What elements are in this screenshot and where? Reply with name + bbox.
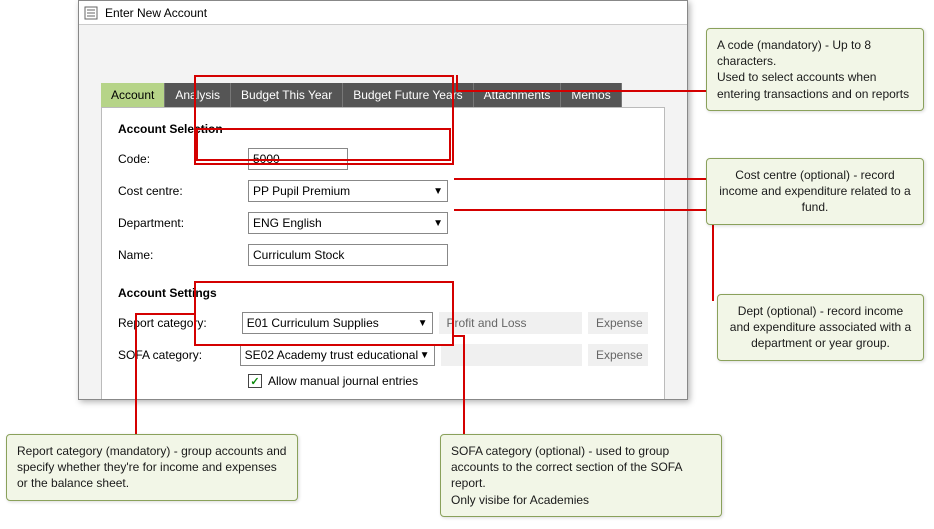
chevron-down-icon: ▼ [420,350,430,361]
code-input[interactable] [248,148,348,170]
sofa-category-select[interactable]: SE02 Academy trust educational op ▼ [240,344,435,366]
callout-sofa-category: SOFA category (optional) - used to group… [440,434,722,517]
tab-budget-this-year[interactable]: Budget This Year [231,83,343,107]
form-icon [83,5,99,21]
allow-manual-label: Allow manual journal entries [268,374,418,388]
cost-centre-select[interactable]: PP Pupil Premium ▼ [248,180,448,202]
report-category-type: Profit and Loss [439,312,583,334]
callout-report-category: Report category (mandatory) - group acco… [6,434,298,501]
tabstrip: Account Analysis Budget This Year Budget… [101,83,665,107]
department-value: ENG English [253,216,322,230]
sofa-category-label: SOFA category: [118,348,240,362]
chevron-down-icon: ▼ [433,186,443,197]
tab-account[interactable]: Account [101,83,165,107]
report-category-label: Report category: [118,316,242,330]
row-name: Name: [118,242,648,268]
sofa-category-type-blank [441,344,582,366]
report-category-select[interactable]: E01 Curriculum Supplies ▼ [242,312,433,334]
row-sofa-category: SOFA category: SE02 Academy trust educat… [118,342,648,368]
callout-code: A code (mandatory) - Up to 8 characters.… [706,28,924,111]
tab-memos[interactable]: Memos [561,83,621,107]
row-code: Code: [118,146,648,172]
tab-budget-future-years[interactable]: Budget Future Years [343,83,473,107]
report-category-side: Expense [588,312,648,334]
code-label: Code: [118,152,248,166]
dialog-body: Account Analysis Budget This Year Budget… [79,25,687,400]
report-category-value: E01 Curriculum Supplies [247,316,379,330]
tab-analysis[interactable]: Analysis [165,83,231,107]
callout-cost-centre: Cost centre (optional) - record income a… [706,158,924,225]
tab-attachments[interactable]: Attachments [474,83,562,107]
department-label: Department: [118,216,248,230]
cost-centre-value: PP Pupil Premium [253,184,350,198]
sofa-category-value: SE02 Academy trust educational op [245,348,420,362]
window-title: Enter New Account [105,6,207,20]
name-label: Name: [118,248,248,262]
name-input[interactable] [248,244,448,266]
chevron-down-icon: ▼ [433,218,443,229]
enter-new-account-window: Enter New Account Account Analysis Budge… [78,0,688,400]
allow-manual-checkbox[interactable]: ✓ [248,374,262,388]
department-select[interactable]: ENG English ▼ [248,212,448,234]
titlebar: Enter New Account [79,1,687,25]
account-settings-heading: Account Settings [118,286,648,300]
account-selection-heading: Account Selection [118,122,648,136]
callout-department: Dept (optional) - record income and expe… [717,294,924,361]
row-allow-manual: ✓ Allow manual journal entries [248,374,648,388]
row-department: Department: ENG English ▼ [118,210,648,236]
form-area: Account Selection Code: Cost centre: PP … [101,107,665,400]
sofa-category-side: Expense [588,344,648,366]
row-report-category: Report category: E01 Curriculum Supplies… [118,310,648,336]
row-cost-centre: Cost centre: PP Pupil Premium ▼ [118,178,648,204]
chevron-down-icon: ▼ [418,318,428,329]
cost-centre-label: Cost centre: [118,184,248,198]
